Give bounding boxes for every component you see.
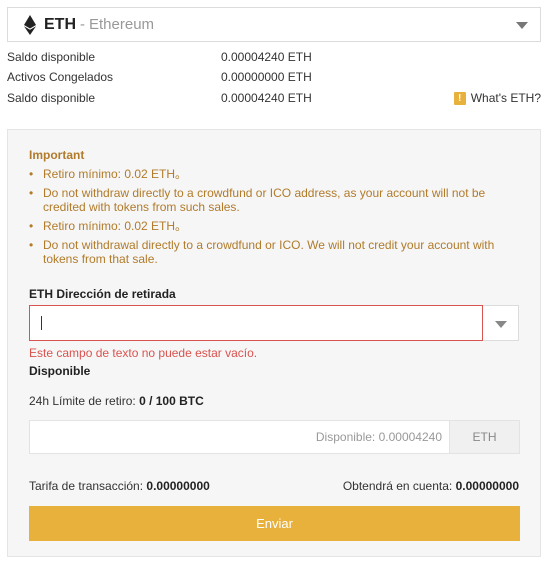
important-note: • Retiro mínimo: 0.02 ETH。 — [29, 167, 519, 181]
transaction-fee: Tarifa de transacción: 0.00000000 — [29, 479, 210, 493]
coin-symbol: ETH — [44, 15, 76, 33]
important-note: • Do not withdrawal directly to a crowdf… — [29, 238, 519, 266]
amount-field: ETH — [29, 420, 520, 454]
limit-label: 24h Límite de retiro: — [29, 394, 136, 408]
withdraw-limit: 24h Límite de retiro: 0 / 100 BTC — [29, 394, 204, 408]
bullet-icon: • — [29, 186, 34, 200]
whats-eth-link[interactable]: ! What's ETH? — [453, 91, 541, 105]
receive-amount: Obtendrá en cuenta: 0.00000000 — [343, 479, 519, 493]
coin-separator: - — [80, 16, 85, 33]
chevron-down-icon[interactable] — [516, 22, 528, 29]
important-note: • Do not withdraw directly to a crowdfun… — [29, 186, 519, 214]
note-text: Retiro mínimo: 0.02 ETH。 — [43, 167, 188, 181]
limit-value: 0 / 100 BTC — [139, 394, 204, 408]
address-label: ETH Dirección de retirada — [29, 287, 176, 301]
balance-value-available: 0.00004240 ETH — [221, 50, 312, 64]
whats-eth-label: What's ETH? — [470, 91, 541, 105]
address-input[interactable] — [29, 305, 483, 341]
note-text: Do not withdrawal directly to a crowdfun… — [43, 238, 495, 266]
amount-input[interactable] — [30, 421, 450, 453]
address-error: Este campo de texto no puede estar vacío… — [29, 346, 258, 360]
amount-unit: ETH — [449, 421, 519, 453]
coin-select[interactable]: ETH - Ethereum — [7, 7, 541, 42]
bullet-icon: • — [29, 238, 34, 252]
coin-name: Ethereum — [89, 16, 155, 33]
receive-label: Obtendrá en cuenta: — [342, 479, 453, 493]
balance-value-frozen: 0.00000000 ETH — [221, 70, 312, 84]
address-dropdown-button[interactable] — [483, 305, 519, 341]
balance-label-available: Saldo disponible — [7, 50, 96, 64]
balance-label-frozen: Activos Congelados — [7, 70, 114, 84]
balance-label-available-2: Saldo disponible — [7, 91, 96, 105]
note-text: Do not withdraw directly to a crowdfund … — [43, 186, 486, 214]
withdraw-panel: Important • Retiro mínimo: 0.02 ETH。 • D… — [7, 129, 541, 557]
important-note: • Retiro mínimo: 0.02 ETH。 — [29, 219, 519, 233]
important-title: Important — [29, 148, 85, 162]
fee-value: 0.00000000 — [146, 479, 210, 493]
available-label: Disponible — [29, 364, 91, 378]
receive-value: 0.00000000 — [455, 479, 519, 493]
text-cursor — [41, 316, 42, 330]
note-text: Retiro mínimo: 0.02 ETH。 — [43, 219, 188, 233]
fee-label: Tarifa de transacción: — [29, 479, 144, 493]
important-notes: • Retiro mínimo: 0.02 ETH。 • Do not with… — [29, 167, 519, 271]
balance-value-available-2: 0.00004240 ETH — [221, 91, 312, 105]
ethereum-icon — [24, 14, 36, 35]
submit-button[interactable]: Enviar — [29, 506, 520, 541]
info-icon: ! — [453, 91, 466, 105]
bullet-icon: • — [29, 167, 34, 181]
chevron-down-icon — [495, 321, 507, 328]
bullet-icon: • — [29, 219, 34, 233]
